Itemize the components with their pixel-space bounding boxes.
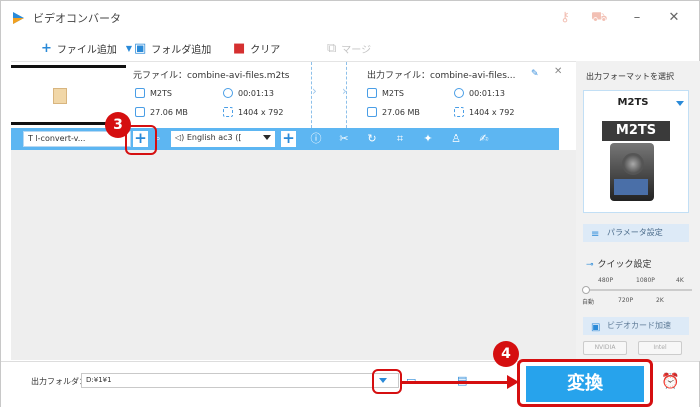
alarm-clock-icon[interactable]: ⏰ <box>661 372 680 390</box>
res-1080p: 1080P <box>636 277 655 284</box>
output-folder-label: 出力フォルダ： <box>31 377 87 386</box>
merge-label: マージ <box>341 45 372 56</box>
output-size: 27.06 MB <box>382 108 420 117</box>
chevron-right-icon: › <box>342 84 347 98</box>
audio-track-select[interactable]: ◁) English ac3 ([ <box>171 131 275 147</box>
output-format-name: M2TS <box>617 97 649 108</box>
quick-settings-label: クイック設定 <box>597 260 652 270</box>
gpu-acceleration-row: ▣ ビデオカード加速 <box>583 317 689 335</box>
gpu-acceleration-label: ビデオカード加速 <box>607 321 671 330</box>
source-duration: 00:01:13 <box>238 89 274 98</box>
add-file-dropdown-icon[interactable]: ▼ <box>126 44 132 53</box>
subtitle-value: l-convert-v... <box>35 134 86 143</box>
plus-icon: + <box>41 40 52 56</box>
edit-filename-icon[interactable]: ✎ <box>531 69 539 79</box>
add-audio-button[interactable]: + <box>281 131 296 147</box>
app-title: ビデオコンバータ <box>33 12 121 25</box>
nvidia-toggle[interactable]: NVIDIA <box>583 341 627 355</box>
intel-toggle[interactable]: Intel <box>638 341 682 355</box>
audio-value: English ac3 ([ <box>186 133 242 142</box>
clear-button[interactable]: ■ クリア <box>233 40 281 57</box>
merge-icon: ⧉ <box>327 40 337 56</box>
step-3-highlight <box>125 125 157 155</box>
camcorder-lens <box>622 153 644 175</box>
chip-icon: ▣ <box>591 322 601 333</box>
output-file-label: 出力ファイル：combine-avi-files... <box>367 71 516 81</box>
subtitle-edit-icon[interactable]: ✍ <box>477 131 491 147</box>
format-badge: M2TS <box>602 121 670 141</box>
clock-icon <box>454 88 464 98</box>
trash-icon: ■ <box>233 40 246 56</box>
add-folder-label: フォルダ追加 <box>151 45 212 56</box>
quality-slider-handle[interactable] <box>582 286 590 294</box>
file-item[interactable]: 元ファイル：combine-avi-files.m2ts M2TS 00:01:… <box>11 62 562 128</box>
title-bar: ビデオコンバータ ⚷ ⛟ – ✕ <box>1 1 699 35</box>
add-file-button[interactable]: + ファイル追加 ▼ <box>41 40 132 57</box>
annotation-arrow-line <box>401 381 509 384</box>
format-icon <box>367 88 377 98</box>
clock-icon <box>223 88 233 98</box>
folder-icon: ▣ <box>134 40 147 56</box>
camcorder-icon <box>610 143 654 201</box>
source-format: M2TS <box>150 89 172 98</box>
sliders-icon: ≡ <box>591 229 600 240</box>
source-resolution: 1404 x 792 <box>238 108 284 117</box>
parameter-settings-label: パラメータ設定 <box>607 228 663 237</box>
source-file-label: 元ファイル：combine-avi-files.m2ts <box>133 71 290 81</box>
file-thumbnail-icon <box>53 88 67 104</box>
select-format-label: 出力フォーマットを選択 <box>586 72 674 81</box>
audio-icon: ◁) <box>175 133 187 142</box>
clear-label: クリア <box>250 45 281 56</box>
edit-bar: T l-convert-v... + ⌕ ◁) English ac3 ([ +… <box>11 128 559 150</box>
remove-file-icon[interactable]: ✕ <box>554 66 562 77</box>
quality-slider[interactable] <box>584 289 692 291</box>
camcorder-screen <box>614 179 648 195</box>
info-icon[interactable]: ⓘ <box>309 131 323 147</box>
output-folder-field[interactable]: D:¥1¥1 <box>81 373 399 388</box>
app-window: ビデオコンバータ ⚷ ⛟ – ✕ + ファイル追加 ▼ ▣ フォルダ追加 ■ ク… <box>0 0 700 407</box>
output-format-selector[interactable]: M2TS M2TS <box>583 90 689 213</box>
dropdown-highlight <box>372 369 402 394</box>
res-auto: 自動 <box>582 299 595 306</box>
output-resolution: 1404 x 792 <box>469 108 515 117</box>
quick-settings-heading: ⊸ クイック設定 <box>586 257 652 270</box>
resolution-icon <box>454 107 464 117</box>
output-format: M2TS <box>382 89 404 98</box>
output-duration: 00:01:13 <box>469 89 505 98</box>
size-folder-icon <box>135 107 145 117</box>
add-file-label: ファイル追加 <box>56 45 117 56</box>
effects-wand-icon[interactable]: ✦ <box>421 131 435 147</box>
audio-dropdown-icon[interactable] <box>263 135 271 140</box>
res-720p: 720P <box>618 297 634 304</box>
step-4-badge: 4 <box>493 341 519 367</box>
close-window-button[interactable]: ✕ <box>665 9 683 27</box>
rotate-icon[interactable]: ↻ <box>365 131 379 147</box>
minimize-button[interactable]: – <box>628 9 646 27</box>
crop-icon[interactable]: ⌗ <box>393 131 407 147</box>
quick-settings-icon: ⊸ <box>586 260 594 270</box>
convert-highlight <box>517 359 653 407</box>
resolution-icon <box>223 107 233 117</box>
watermark-icon[interactable]: ♙ <box>449 131 463 147</box>
parameter-settings-button[interactable]: ≡ パラメータ設定 <box>583 224 689 242</box>
res-480p: 480P <box>598 277 614 284</box>
scissors-icon[interactable]: ✂ <box>337 131 351 147</box>
res-4k: 4K <box>676 277 684 284</box>
key-icon[interactable]: ⚷ <box>557 10 573 26</box>
format-panel: 出力フォーマットを選択 M2TS M2TS ≡ パラメータ設定 ⊸ クイック設定 … <box>576 61 700 361</box>
res-2k: 2K <box>656 297 664 304</box>
cart-icon[interactable]: ⛟ <box>591 10 607 26</box>
format-dropdown-icon[interactable] <box>676 101 684 106</box>
toolbar: + ファイル追加 ▼ ▣ フォルダ追加 ■ クリア ⧉ マージ <box>1 35 576 61</box>
merge-button[interactable]: ⧉ マージ <box>327 40 372 57</box>
format-icon <box>135 88 145 98</box>
app-logo-icon <box>13 12 24 24</box>
chevron-right-icon: › <box>312 84 317 98</box>
source-size: 27.06 MB <box>150 108 188 117</box>
add-folder-button[interactable]: ▣ フォルダ追加 <box>134 40 212 57</box>
size-folder-icon <box>367 107 377 117</box>
file-list-area[interactable] <box>11 150 576 360</box>
